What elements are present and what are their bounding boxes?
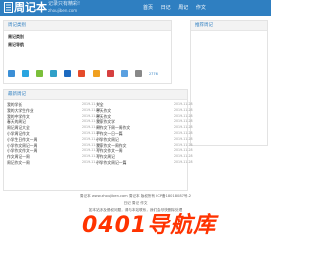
- list-item: 周记作文一周 2019-11-28 小学作文周记一篇 2019-11-28: [4, 160, 193, 166]
- app-icon[interactable]: [64, 70, 72, 77]
- app-icon[interactable]: [106, 70, 114, 77]
- notebook-icon: [4, 2, 13, 13]
- recommended-panel: 推荐周记: [190, 20, 268, 146]
- entry-date: 2019-11-28: [174, 107, 193, 112]
- watermark: 0401导航库: [82, 213, 217, 238]
- site-header: 周记本 记录只有精彩! zhoujiben.com 首页 日记 周记 作文: [0, 0, 271, 16]
- entry-date: 2019-11-28: [174, 102, 193, 106]
- entry-date: 2019-11-28: [174, 136, 193, 141]
- entry-date: 2019-11-28: [174, 125, 193, 130]
- footer-links[interactable]: 日记 周记 作文: [0, 200, 271, 207]
- top-nav: 首页 日记 周记 作文: [143, 4, 212, 11]
- site-logo[interactable]: 周记本: [14, 1, 47, 15]
- entry-date: 2019-11-28: [174, 154, 193, 159]
- recent-title: 最新周记: [4, 90, 187, 100]
- entry-date: 2019-11-28: [174, 113, 193, 118]
- entry-title-link[interactable]: 周记作文一周: [7, 160, 30, 166]
- app-icon[interactable]: [92, 70, 100, 77]
- more-link[interactable]: 2776: [149, 72, 158, 76]
- app-icon[interactable]: [8, 70, 15, 77]
- app-icon[interactable]: [120, 70, 128, 77]
- nav-weekly[interactable]: 周记: [178, 5, 188, 11]
- footer-copyright: 周记本 www.zhoujiben.com 周记本 版权所有 ICP备18018…: [79, 194, 192, 198]
- recent-list: 我的学长 2019-11-28 大全 2019-11-28 我的大学生作业 2019-11…: [4, 100, 193, 166]
- nav-essay[interactable]: 作文: [196, 5, 206, 11]
- nav-home[interactable]: 首页: [143, 5, 153, 11]
- nav-diary[interactable]: 日记: [161, 5, 171, 11]
- categories-panel: 周记类别 周记类别 周记导航 2776: [3, 20, 172, 84]
- site-slogan: 记录只有精彩!: [48, 1, 81, 7]
- recommended-title: 推荐周记: [191, 21, 267, 31]
- categories-title: 周记类别: [4, 21, 171, 31]
- entry-date: 2019-11-28: [174, 130, 193, 135]
- entry-date: 2019-11-28: [174, 142, 193, 147]
- app-icon[interactable]: [22, 70, 30, 77]
- recent-panel: 最新周记 我的学长 2019-11-28 大全 2019-11-28 我的大学生作业 20…: [3, 89, 193, 191]
- category-item[interactable]: 周记导航: [4, 42, 171, 47]
- app-icon[interactable]: [36, 70, 44, 77]
- site-domain: zhoujiben.com: [48, 8, 78, 13]
- entry-date: 2019-11-28: [174, 148, 193, 153]
- entry-date: 2019-11-28: [174, 159, 193, 164]
- entry-date: 2019-11-28: [174, 119, 193, 124]
- app-icon[interactable]: [78, 70, 86, 77]
- category-item[interactable]: 周记类别: [4, 34, 171, 39]
- app-icon[interactable]: [50, 70, 58, 77]
- app-icons: 2776: [8, 63, 158, 82]
- entry-title-link[interactable]: 小学作文周记一篇: [96, 160, 126, 166]
- app-icon[interactable]: [134, 70, 142, 77]
